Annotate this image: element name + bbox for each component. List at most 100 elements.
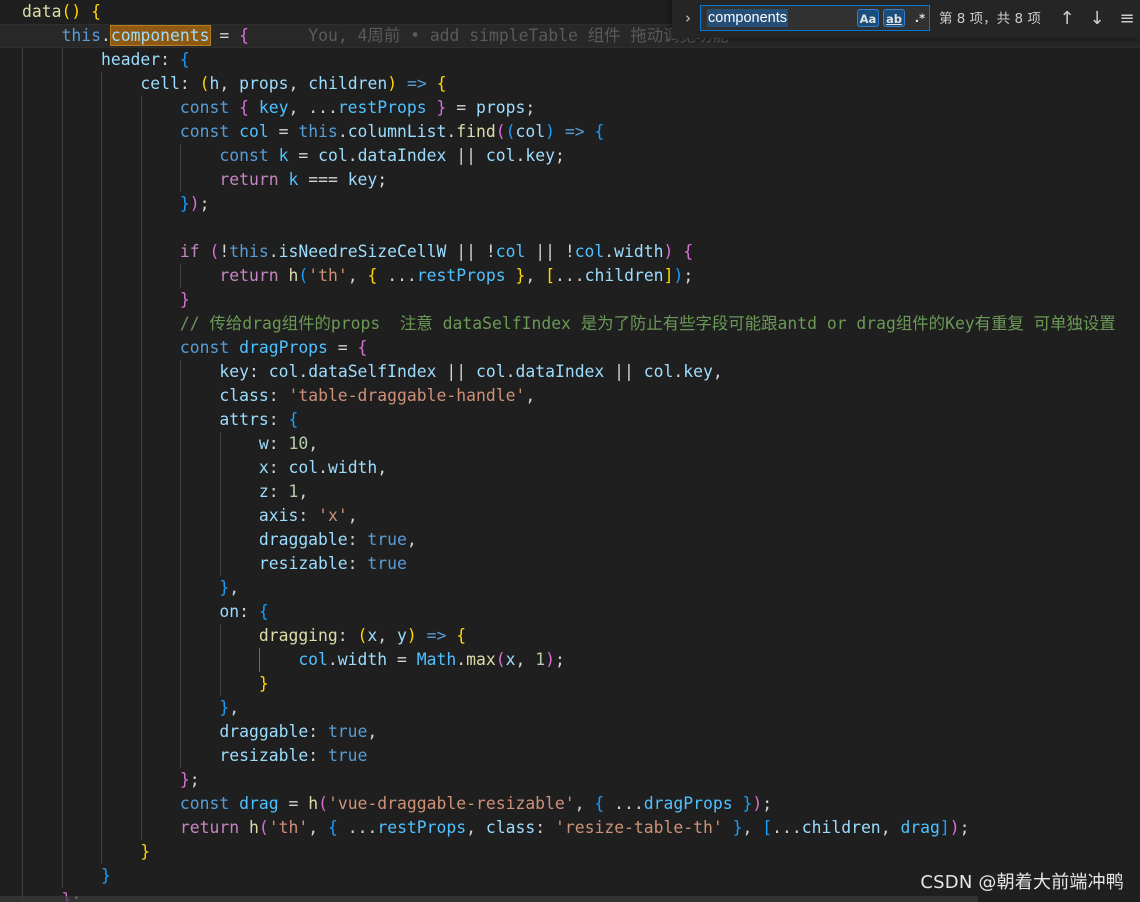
code-token: col xyxy=(485,146,516,165)
code-token: . xyxy=(100,26,111,45)
code-token: , xyxy=(308,818,328,837)
code-line[interactable]: } xyxy=(0,288,190,312)
code-token: columnList xyxy=(347,122,447,141)
code-line[interactable]: class: 'table-draggable-handle', xyxy=(0,384,535,408)
code-line[interactable]: z: 1, xyxy=(0,480,308,504)
horizontal-scrollbar[interactable] xyxy=(0,896,978,902)
code-line[interactable]: const { key, ...restProps } = props; xyxy=(0,96,535,120)
code-token: 'resize-table-th' xyxy=(554,818,723,837)
code-token: ( xyxy=(495,650,506,669)
code-token: () xyxy=(61,2,82,21)
code-token: max xyxy=(466,650,496,669)
code-line[interactable]: if (!this.isNeedreSizeCellW || !col || !… xyxy=(0,240,693,264)
code-token: this xyxy=(298,122,338,141)
code-line[interactable]: x: col.width, xyxy=(0,456,387,480)
code-token: 1 xyxy=(535,650,546,669)
code-line[interactable]: } xyxy=(0,840,150,864)
code-line[interactable]: const k = col.dataIndex || col.key; xyxy=(0,144,564,168)
code-line[interactable]: // 传给drag组件的props 注意 dataSelfIndex 是为了防止… xyxy=(0,312,1116,336)
code-token: { xyxy=(91,2,101,21)
code-token: , xyxy=(466,818,486,837)
next-match-arrow-icon[interactable]: ↓ xyxy=(1085,6,1109,32)
code-line[interactable]: cell: (h, props, children) => { xyxy=(0,72,446,96)
match-count: 第 8 项，共 8 项 xyxy=(939,11,1041,27)
code-token: ) xyxy=(387,74,398,93)
code-line[interactable]: return h('th', { ...restProps, class: 'r… xyxy=(0,816,970,840)
code-line[interactable]: axis: 'x', xyxy=(0,504,358,528)
code-token: , xyxy=(525,386,536,405)
code-token: } xyxy=(732,818,743,837)
code-token: ( xyxy=(495,122,506,141)
code-token: } xyxy=(515,266,526,285)
code-token: , xyxy=(515,650,536,669)
code-line[interactable]: data() { xyxy=(0,0,101,24)
code-line[interactable]: }); xyxy=(0,192,210,216)
code-token: { xyxy=(456,626,467,645)
code-line[interactable]: const dragProps = { xyxy=(0,336,368,360)
git-blame-annotation: You, 4周前 • add simpleTable 组件 拖动调宽功能 xyxy=(249,26,729,45)
code-editor[interactable]: data() { this.components = { You, 4周前 • … xyxy=(0,0,1140,902)
code-token: header xyxy=(100,50,161,69)
code-token: resizable xyxy=(219,746,309,765)
code-line[interactable]: w: 10, xyxy=(0,432,318,456)
code-token: . xyxy=(505,362,516,381)
code-line[interactable]: dragging: (x, y) => { xyxy=(0,624,466,648)
code-line[interactable]: on: { xyxy=(0,600,268,624)
code-line[interactable]: resizable: true xyxy=(0,552,407,576)
toggle-replace-chevron-icon[interactable]: › xyxy=(680,8,696,28)
code-line[interactable]: }, xyxy=(0,576,239,600)
code-line[interactable]: return k === key; xyxy=(0,168,387,192)
regex-button[interactable]: .* xyxy=(909,9,931,27)
code-line[interactable]: resizable: true xyxy=(0,744,367,768)
whole-word-button[interactable]: ab xyxy=(883,9,905,27)
code-line[interactable]: const col = this.columnList.find((col) =… xyxy=(0,120,604,144)
code-token: : xyxy=(298,506,319,525)
code-token: . xyxy=(604,242,615,261)
code-line[interactable]: col.width = Math.max(x, 1); xyxy=(0,648,565,672)
code-line[interactable]: const drag = h('vue-draggable-resizable'… xyxy=(0,792,772,816)
code-line[interactable]: draggable: true, xyxy=(0,720,377,744)
code-token: class xyxy=(485,818,536,837)
find-widget: › components Aa ab .* 第 8 项，共 8 项 ↑ ↓ ≡ xyxy=(672,0,1140,38)
code-token: ( xyxy=(318,794,328,813)
code-line[interactable]: header: { xyxy=(0,48,190,72)
code-line[interactable]: key: col.dataSelfIndex || col.dataIndex … xyxy=(0,360,722,384)
code-token: { xyxy=(594,122,605,141)
code-line[interactable]: }, xyxy=(0,696,239,720)
code-line[interactable] xyxy=(0,216,22,240)
find-input[interactable]: components Aa ab .* xyxy=(700,5,930,31)
code-token: col xyxy=(515,122,546,141)
code-token: return xyxy=(219,266,279,285)
code-line[interactable]: } xyxy=(0,864,111,888)
code-token: key xyxy=(525,146,555,165)
code-line[interactable]: draggable: true, xyxy=(0,528,417,552)
code-token: || xyxy=(436,362,476,381)
code-token: x xyxy=(367,626,378,645)
match-case-button[interactable]: Aa xyxy=(857,9,879,27)
code-token: on xyxy=(219,602,240,621)
code-line[interactable]: attrs: { xyxy=(0,408,298,432)
code-line[interactable]: return h('th', { ...restProps }, [...chi… xyxy=(0,264,693,288)
code-token: ) xyxy=(406,626,417,645)
code-token: dataIndex xyxy=(357,146,447,165)
code-line[interactable]: } xyxy=(0,672,269,696)
find-menu-icon[interactable]: ≡ xyxy=(1115,6,1139,32)
code-token: key xyxy=(258,98,289,117)
code-token: , xyxy=(298,482,309,501)
code-line[interactable]: }; xyxy=(0,768,200,792)
code-token: y xyxy=(397,626,407,645)
previous-match-arrow-icon[interactable]: ↑ xyxy=(1055,6,1079,32)
code-token: class xyxy=(219,386,269,405)
